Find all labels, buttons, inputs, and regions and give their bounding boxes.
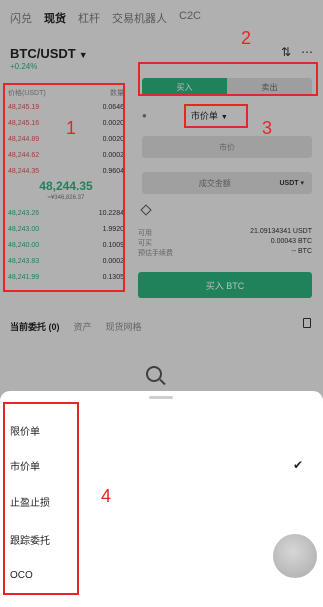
- annotation-box-order-book: [3, 83, 125, 292]
- annotation-box-tabs: [138, 62, 318, 96]
- annotation-number-2: 2: [241, 28, 252, 48]
- annotation-box-options: [3, 402, 79, 595]
- annotation-number-3: 3: [262, 118, 273, 138]
- sheet-handle[interactable]: [149, 396, 173, 399]
- annotation-number-1: 1: [66, 118, 77, 138]
- annotation-number-4: 4: [101, 486, 112, 506]
- check-icon: ✔: [292, 458, 303, 472]
- annotation-box-order-type: [184, 104, 248, 128]
- floating-assistive-button[interactable]: [273, 534, 317, 578]
